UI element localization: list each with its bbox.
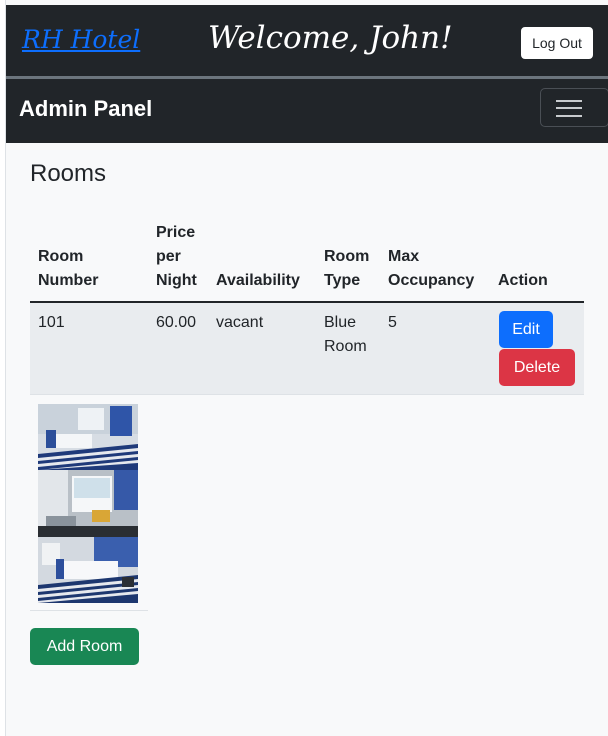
images-divider: [30, 610, 148, 611]
header-max-occupancy: Max Occupancy: [388, 248, 475, 289]
top-header: RH Hotel Welcome, John! Log Out: [6, 5, 608, 76]
cell-room-number: 101: [38, 314, 65, 331]
room-photo: [38, 470, 138, 537]
cell-availability: vacant: [216, 314, 264, 331]
room-photo: [38, 404, 138, 470]
welcome-message: Welcome, John!: [208, 20, 453, 56]
cell-room-type: Blue Room: [324, 314, 367, 355]
brand-link[interactable]: RH Hotel: [22, 27, 140, 52]
navbar-title: Admin Panel: [19, 96, 153, 121]
logout-button[interactable]: Log Out: [521, 27, 593, 59]
navbar-toggler-button[interactable]: [540, 88, 608, 127]
cell-price: 60.00: [156, 314, 197, 331]
header-room-type: Room Type: [324, 248, 370, 289]
add-room-button[interactable]: Add Room: [30, 628, 139, 665]
header-action: Action: [498, 272, 548, 289]
page-title: Rooms: [30, 160, 107, 187]
header-price-per-night: Price per Night: [156, 224, 197, 289]
room-photo: [38, 537, 138, 603]
header-availability: Availability: [216, 272, 300, 289]
header-room-number: Room Number: [38, 248, 99, 289]
edit-button[interactable]: Edit: [499, 311, 553, 348]
admin-navbar: Admin Panel: [6, 79, 608, 143]
page-frame: RH Hotel Welcome, John! Log Out Admin Pa…: [5, 0, 608, 736]
delete-button[interactable]: Delete: [499, 349, 575, 386]
cell-max-occupancy: 5: [388, 314, 397, 331]
